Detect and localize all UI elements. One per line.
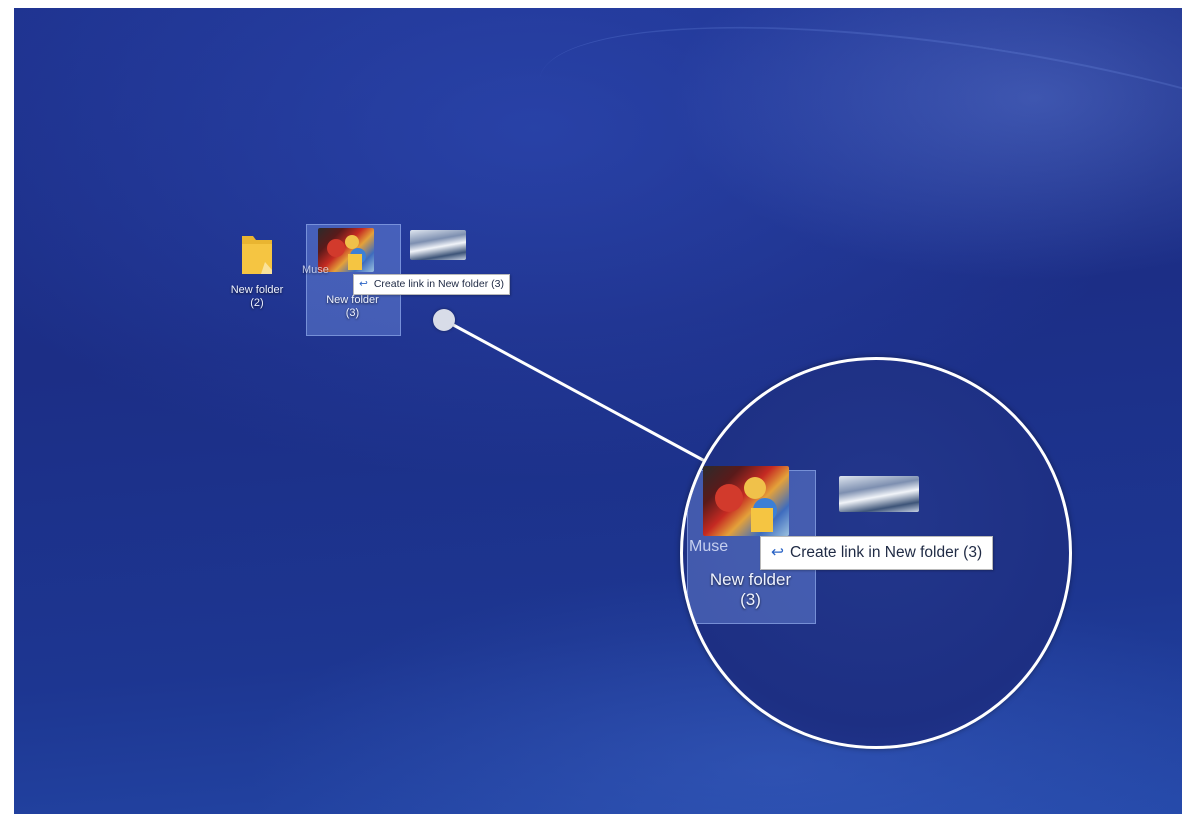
magnified-label-line1: New folder [709, 570, 792, 589]
magnified-tooltip-text: Create link in New folder (3) [790, 544, 983, 561]
cursor-dot [433, 309, 455, 331]
magnified-landscape-thumbnail-icon [839, 476, 919, 512]
magnified-label-line2: (3) [740, 590, 761, 610]
magnified-link-icon: ↩ [771, 544, 784, 561]
magnified-photo-thumbnail-icon [703, 466, 789, 536]
desktop[interactable]: New folder (2) Muse New folder (3) ↩ Crea… [14, 8, 1182, 814]
magnified-drag-tooltip: ↩ Create link in New folder (3) [760, 536, 994, 570]
magnified-partial-label: Muse [689, 538, 729, 555]
magnifier-callout: Muse ↩ Create link in New folder (3) New … [680, 357, 1072, 749]
